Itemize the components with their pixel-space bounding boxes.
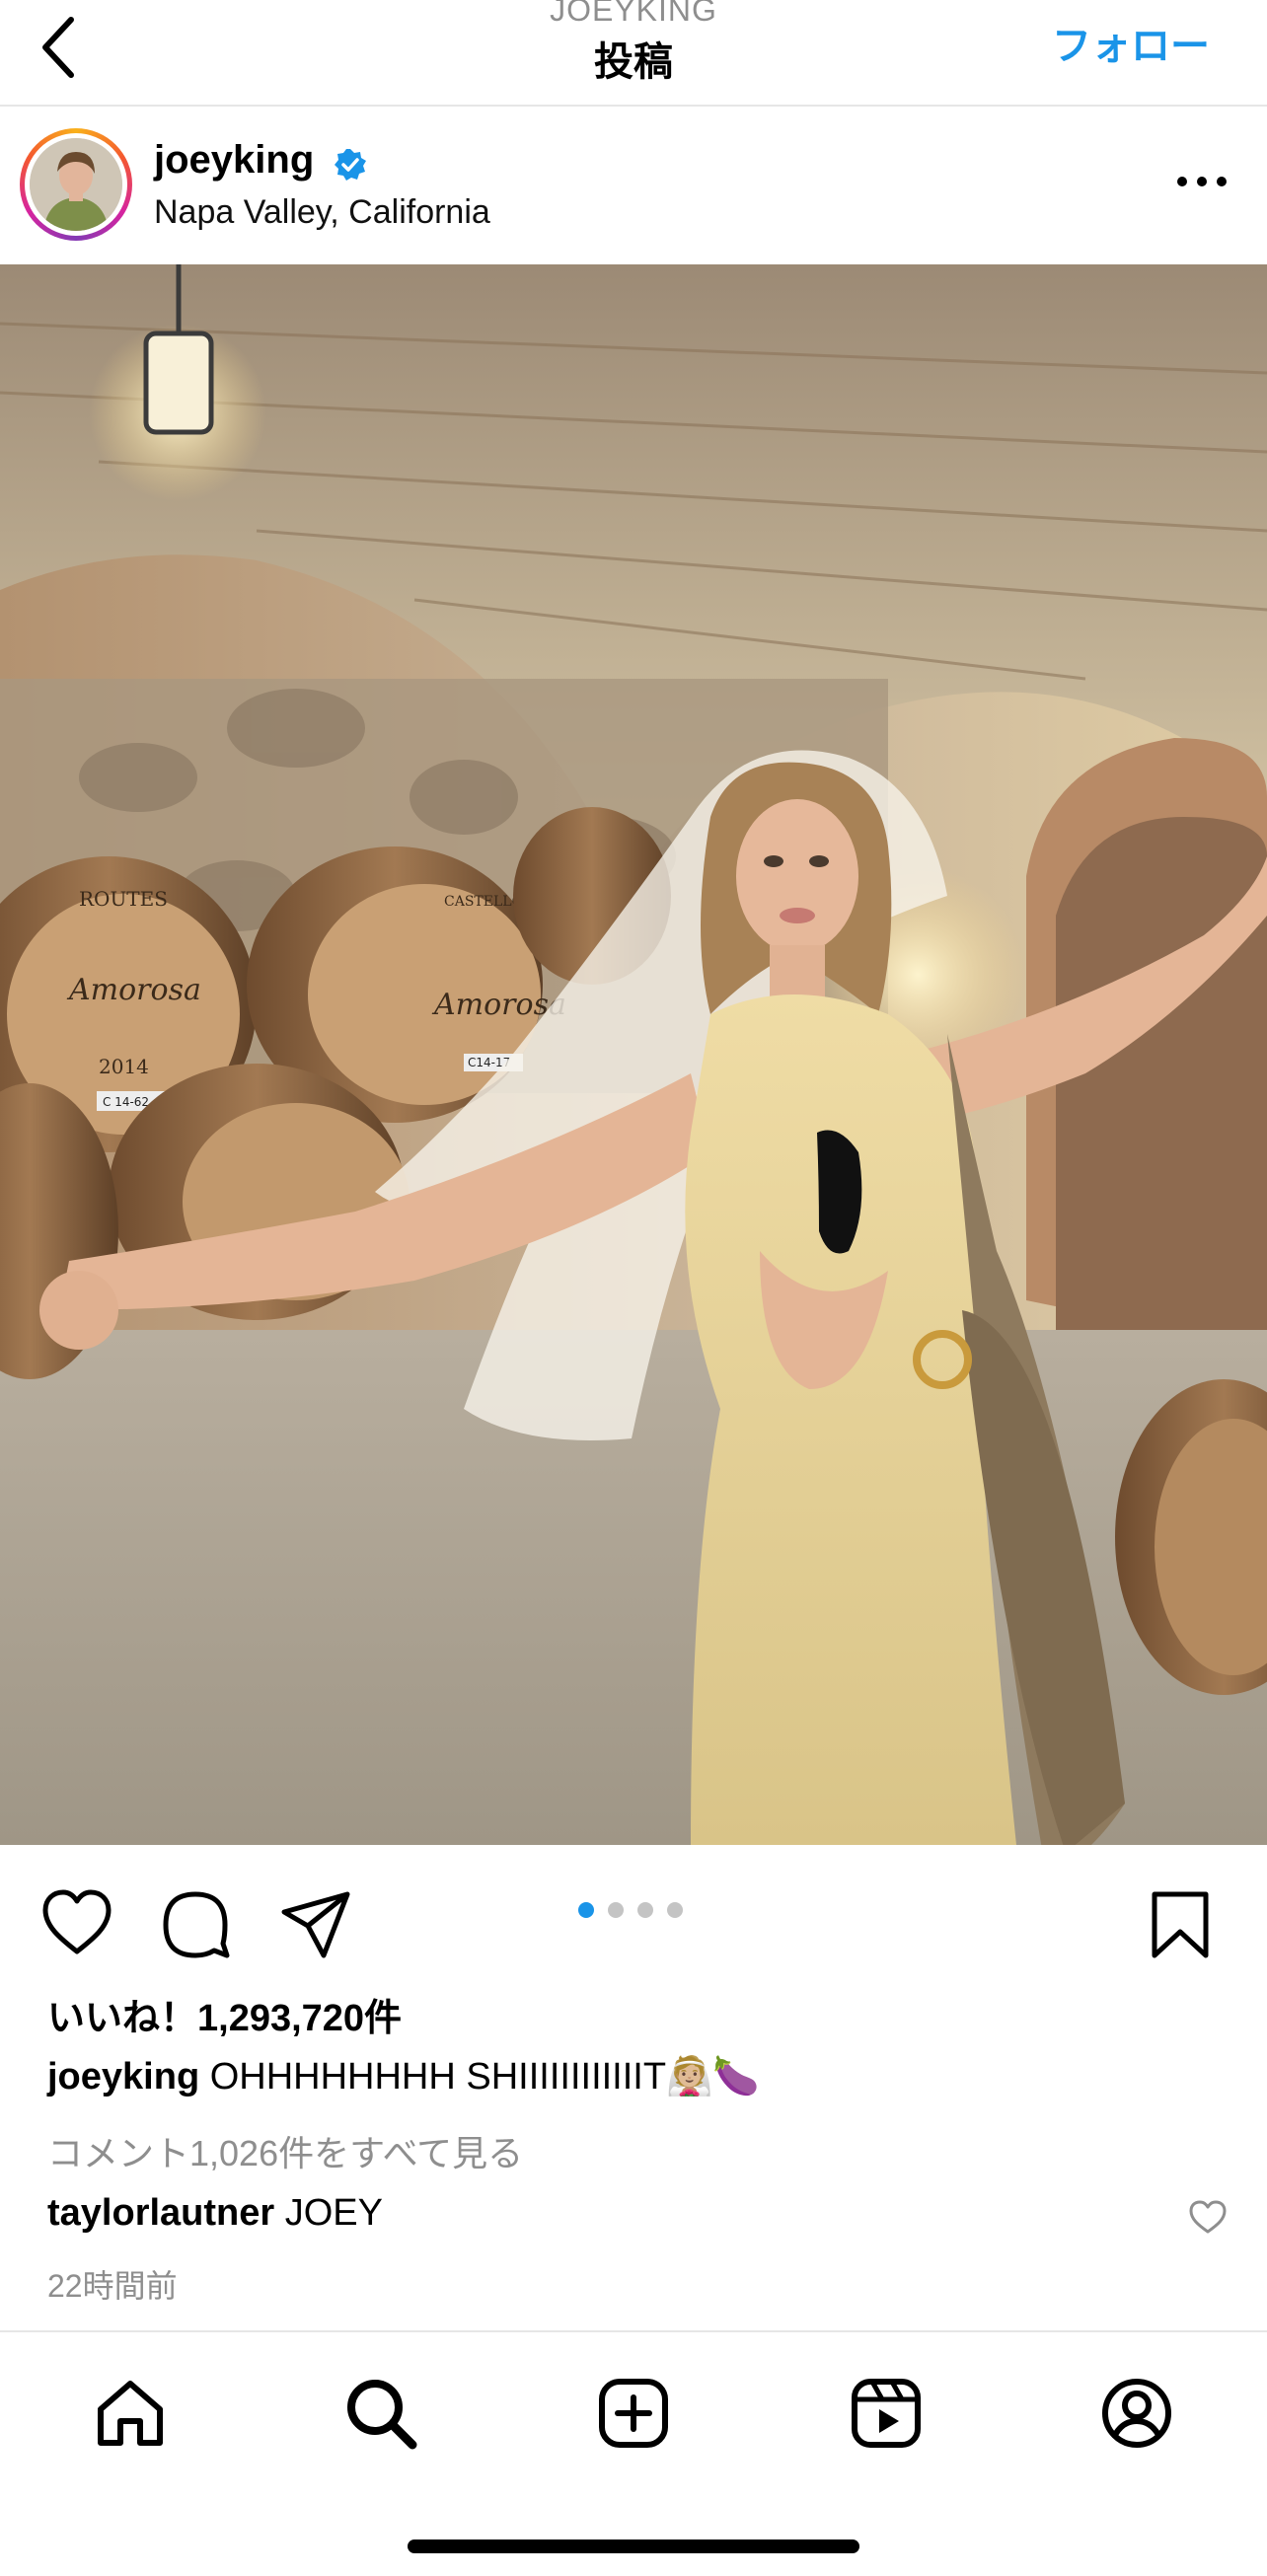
comment-username[interactable]: taylorlautner <box>47 2192 274 2234</box>
comment-text: JOEY <box>284 2192 383 2234</box>
caption-username[interactable]: joeyking <box>47 2056 199 2098</box>
top-comment: taylorlautner JOEY <box>47 2192 383 2235</box>
carousel-dot <box>667 1902 683 1918</box>
barrel-1-year: 2014 <box>99 1055 149 1078</box>
view-all-comments-link[interactable]: コメント1,026件をすべて見る <box>47 2125 523 2176</box>
search-icon[interactable] <box>341 2374 420 2453</box>
carousel-dot <box>578 1902 594 1918</box>
top-nav-bar: JOEYKING 投稿 フォロー <box>0 0 1267 107</box>
like-count[interactable]: いいね！1,293,720件 <box>47 1987 402 2041</box>
comment-heart-icon[interactable] <box>1188 2198 1228 2238</box>
barrel-1-script: Amorosa <box>66 973 201 1007</box>
post-handle[interactable]: joeyking <box>154 138 314 183</box>
reels-icon[interactable] <box>847 2374 926 2453</box>
post-photo[interactable]: ROUTES Amorosa 2014 C 14-62 CASTELLO Amo… <box>0 264 1267 1845</box>
post-caption: joeyking OHHHHHHHH SHIIIIIIIIIIIIT👰🏼🍆 <box>47 2055 760 2098</box>
wine-cellar-photo: ROUTES Amorosa 2014 C 14-62 CASTELLO Amo… <box>0 264 1267 1845</box>
more-icon[interactable] <box>1170 162 1233 201</box>
instagram-post-screen: JOEYKING 投稿 フォロー joeyking Napa Valley, C… <box>0 0 1267 2576</box>
avatar[interactable] <box>20 128 132 241</box>
bookmark-icon[interactable] <box>1143 1886 1218 1961</box>
carousel-indicator <box>578 1902 683 1918</box>
send-icon[interactable] <box>278 1886 353 1961</box>
comment-icon[interactable] <box>158 1886 233 1961</box>
barrel-1-code: C 14-62 <box>103 1095 149 1109</box>
profile-icon[interactable] <box>1097 2374 1176 2453</box>
home-icon[interactable] <box>91 2374 170 2453</box>
post-location[interactable]: Napa Valley, California <box>154 193 490 232</box>
barrel-2-brand: CASTELLO <box>444 894 523 910</box>
carousel-dot <box>608 1902 624 1918</box>
barrel-1-brand: ROUTES <box>79 887 168 911</box>
follow-button[interactable]: フォロー <box>1052 14 1210 71</box>
home-indicator[interactable] <box>408 2539 859 2553</box>
plus-square-icon[interactable] <box>594 2374 673 2453</box>
heart-icon[interactable] <box>39 1886 114 1961</box>
post-header: joeyking Napa Valley, California <box>0 109 1267 264</box>
verified-badge-icon <box>335 149 366 181</box>
caption-text: OHHHHHHHH SHIIIIIIIIIIIIT👰🏼🍆 <box>209 2056 760 2098</box>
carousel-dot <box>637 1902 653 1918</box>
post-timestamp: 22時間前 <box>47 2268 178 2304</box>
